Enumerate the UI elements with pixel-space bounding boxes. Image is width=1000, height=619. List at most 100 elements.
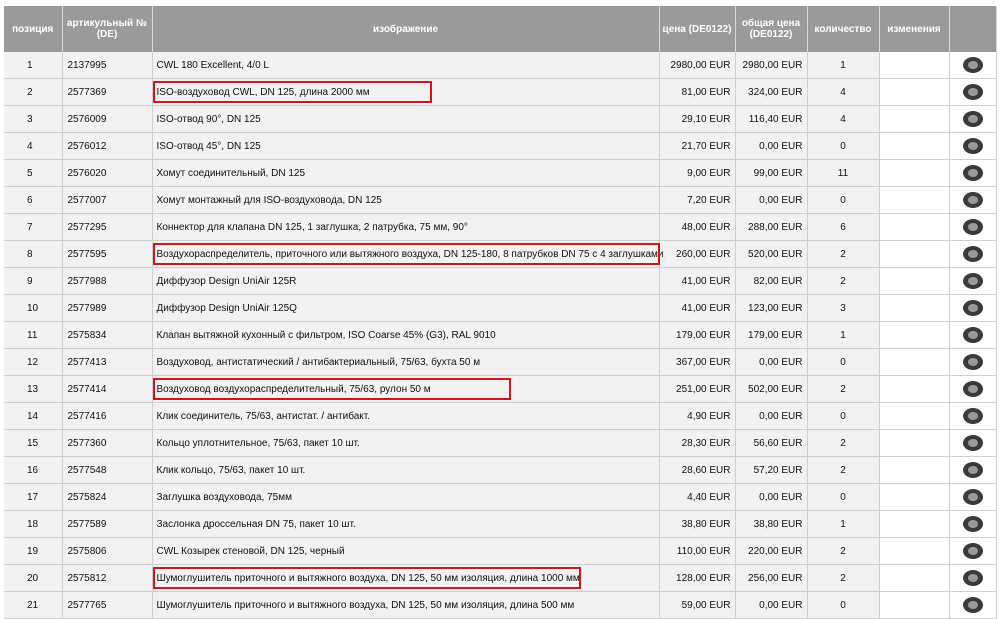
article-number-cell: 2577295 bbox=[62, 213, 153, 241]
changes-cell[interactable] bbox=[879, 159, 950, 187]
col-header-changes[interactable]: изменения bbox=[879, 6, 950, 52]
price-cell: 367,00 EUR bbox=[659, 348, 736, 376]
description-text: Воздухораспределитель, приточного или вы… bbox=[156, 248, 664, 260]
changes-cell[interactable] bbox=[879, 213, 950, 241]
col-header-total[interactable]: общая цена (DE0122) bbox=[735, 6, 808, 52]
product-image-cell bbox=[949, 456, 997, 484]
elbow-90-icon bbox=[962, 111, 983, 127]
quantity-cell: 6 bbox=[807, 213, 880, 241]
quantity-text: 1 bbox=[840, 59, 846, 71]
ventilation-unit-icon bbox=[962, 57, 983, 73]
total-price-cell: 0,00 EUR bbox=[735, 402, 808, 430]
table-row[interactable]: 15 2577360 Кольцо уплотнительное, 75/63, п… bbox=[4, 429, 997, 457]
article-number-text: 2577369 bbox=[67, 86, 107, 98]
changes-cell[interactable] bbox=[879, 321, 950, 349]
total-price-text: 2980,00 EUR bbox=[742, 59, 803, 71]
position-cell: 9 bbox=[4, 267, 63, 295]
table-row[interactable]: 8 2577595 Воздухораспределитель, приточног… bbox=[4, 240, 997, 268]
table-row[interactable]: 3 2576009 ISO-отвод 90°, DN 125 29,10 EUR 11… bbox=[4, 105, 997, 133]
changes-cell[interactable] bbox=[879, 348, 950, 376]
position-cell: 3 bbox=[4, 105, 63, 133]
article-number-text: 2577414 bbox=[67, 383, 107, 395]
article-number-text: 2575812 bbox=[67, 572, 107, 584]
total-price-cell: 2980,00 EUR bbox=[735, 52, 808, 79]
table-row[interactable]: 20 2575812 Шумоглушитель приточного и вытя… bbox=[4, 564, 997, 592]
col-header-description[interactable]: изображение bbox=[152, 6, 660, 52]
table-row[interactable]: 12 2577413 Воздуховод, антистатический / а… bbox=[4, 348, 997, 376]
changes-cell[interactable] bbox=[879, 105, 950, 133]
changes-cell[interactable] bbox=[879, 186, 950, 214]
table-row[interactable]: 13 2577414 Воздуховод воздухораспределител… bbox=[4, 375, 997, 403]
quantity-text: 2 bbox=[840, 248, 846, 260]
table-row[interactable]: 16 2577548 Клик кольцо, 75/63, пакет 10 шт… bbox=[4, 456, 997, 484]
table-row[interactable]: 9 2577988 Диффузор Design UniAir 125R 41,00… bbox=[4, 267, 997, 295]
article-number-cell: 2575834 bbox=[62, 321, 153, 349]
price-cell: 59,00 EUR bbox=[659, 591, 736, 619]
article-number-text: 2577360 bbox=[67, 437, 107, 449]
changes-cell[interactable] bbox=[879, 537, 950, 565]
position-cell: 19 bbox=[4, 537, 63, 565]
quantity-text: 0 bbox=[840, 491, 846, 503]
table-row[interactable]: 5 2576020 Хомут соединительный, DN 125 9,00… bbox=[4, 159, 997, 187]
total-price-cell: 0,00 EUR bbox=[735, 591, 808, 619]
article-number-cell: 2577988 bbox=[62, 267, 153, 295]
col-header-quantity[interactable]: количество bbox=[807, 6, 880, 52]
table-row[interactable]: 11 2575834 Клапан вытяжной кухонный с филь… bbox=[4, 321, 997, 349]
article-number-cell: 2577414 bbox=[62, 375, 153, 403]
price-text: 128,00 EUR bbox=[676, 572, 731, 584]
table-row[interactable]: 2 2577369 ISO-воздуховод CWL, DN 125, длин… bbox=[4, 78, 997, 106]
article-number-cell: 2575806 bbox=[62, 537, 153, 565]
article-number-cell: 2577765 bbox=[62, 591, 153, 619]
col-header-article[interactable]: артикульный № (DE) bbox=[62, 6, 153, 52]
quantity-cell: 2 bbox=[807, 537, 880, 565]
total-price-text: 0,00 EUR bbox=[759, 599, 803, 611]
position-text: 9 bbox=[27, 275, 33, 287]
changes-cell[interactable] bbox=[879, 456, 950, 484]
col-header-price[interactable]: цена (DE0122) bbox=[659, 6, 736, 52]
total-price-cell: 288,00 EUR bbox=[735, 213, 808, 241]
price-text: 29,10 EUR bbox=[681, 113, 731, 125]
table-row[interactable]: 21 2577765 Шумоглушитель приточного и вытя… bbox=[4, 591, 997, 619]
table-row[interactable]: 1 2137995 CWL 180 Excellent, 4/0 L 2980,00 … bbox=[4, 52, 997, 79]
table-row[interactable]: 17 2575824 Заглушка воздуховода, 75мм 4,40 … bbox=[4, 483, 997, 511]
table-row[interactable]: 7 2577295 Коннектор для клапана DN 125, 1 … bbox=[4, 213, 997, 241]
position-cell: 13 bbox=[4, 375, 63, 403]
changes-cell[interactable] bbox=[879, 240, 950, 268]
description-cell: Шумоглушитель приточного и вытяжного воз… bbox=[152, 591, 660, 619]
table-row[interactable]: 4 2576012 ISO-отвод 45°, DN 125 21,70 EUR 0,… bbox=[4, 132, 997, 160]
table-row[interactable]: 18 2577589 Заслонка дроссельная DN 75, пак… bbox=[4, 510, 997, 538]
changes-cell[interactable] bbox=[879, 375, 950, 403]
changes-cell[interactable] bbox=[879, 132, 950, 160]
position-text: 10 bbox=[27, 302, 39, 314]
changes-cell[interactable] bbox=[879, 483, 950, 511]
changes-cell[interactable] bbox=[879, 294, 950, 322]
article-number-text: 2577007 bbox=[67, 194, 107, 206]
changes-cell[interactable] bbox=[879, 52, 950, 79]
changes-cell[interactable] bbox=[879, 564, 950, 592]
col-header-position[interactable]: позиция bbox=[4, 6, 63, 52]
total-price-cell: 56,60 EUR bbox=[735, 429, 808, 457]
changes-cell[interactable] bbox=[879, 78, 950, 106]
changes-cell[interactable] bbox=[879, 429, 950, 457]
quantity-text: 0 bbox=[840, 194, 846, 206]
product-image-cell bbox=[949, 213, 997, 241]
quantity-cell: 1 bbox=[807, 510, 880, 538]
table-row[interactable]: 10 2577989 Диффузор Design UniAir 125Q 41,0… bbox=[4, 294, 997, 322]
product-image-cell bbox=[949, 186, 997, 214]
position-text: 3 bbox=[27, 113, 33, 125]
changes-cell[interactable] bbox=[879, 591, 950, 619]
changes-cell[interactable] bbox=[879, 510, 950, 538]
table-row[interactable]: 6 2577007 Хомут монтажный для ISO-воздухов… bbox=[4, 186, 997, 214]
article-number-cell: 2576020 bbox=[62, 159, 153, 187]
round-diffuser-icon bbox=[962, 273, 983, 289]
article-number-text: 2576020 bbox=[67, 167, 107, 179]
product-image-cell bbox=[949, 537, 997, 565]
changes-cell[interactable] bbox=[879, 267, 950, 295]
quantity-text: 2 bbox=[840, 545, 846, 557]
quantity-cell: 4 bbox=[807, 78, 880, 106]
table-row[interactable]: 14 2577416 Клик соединитель, 75/63, антист… bbox=[4, 402, 997, 430]
article-number-text: 2577548 bbox=[67, 464, 107, 476]
changes-cell[interactable] bbox=[879, 402, 950, 430]
price-cell: 179,00 EUR bbox=[659, 321, 736, 349]
table-row[interactable]: 19 2575806 CWL Козырек стеновой, DN 125, ч… bbox=[4, 537, 997, 565]
